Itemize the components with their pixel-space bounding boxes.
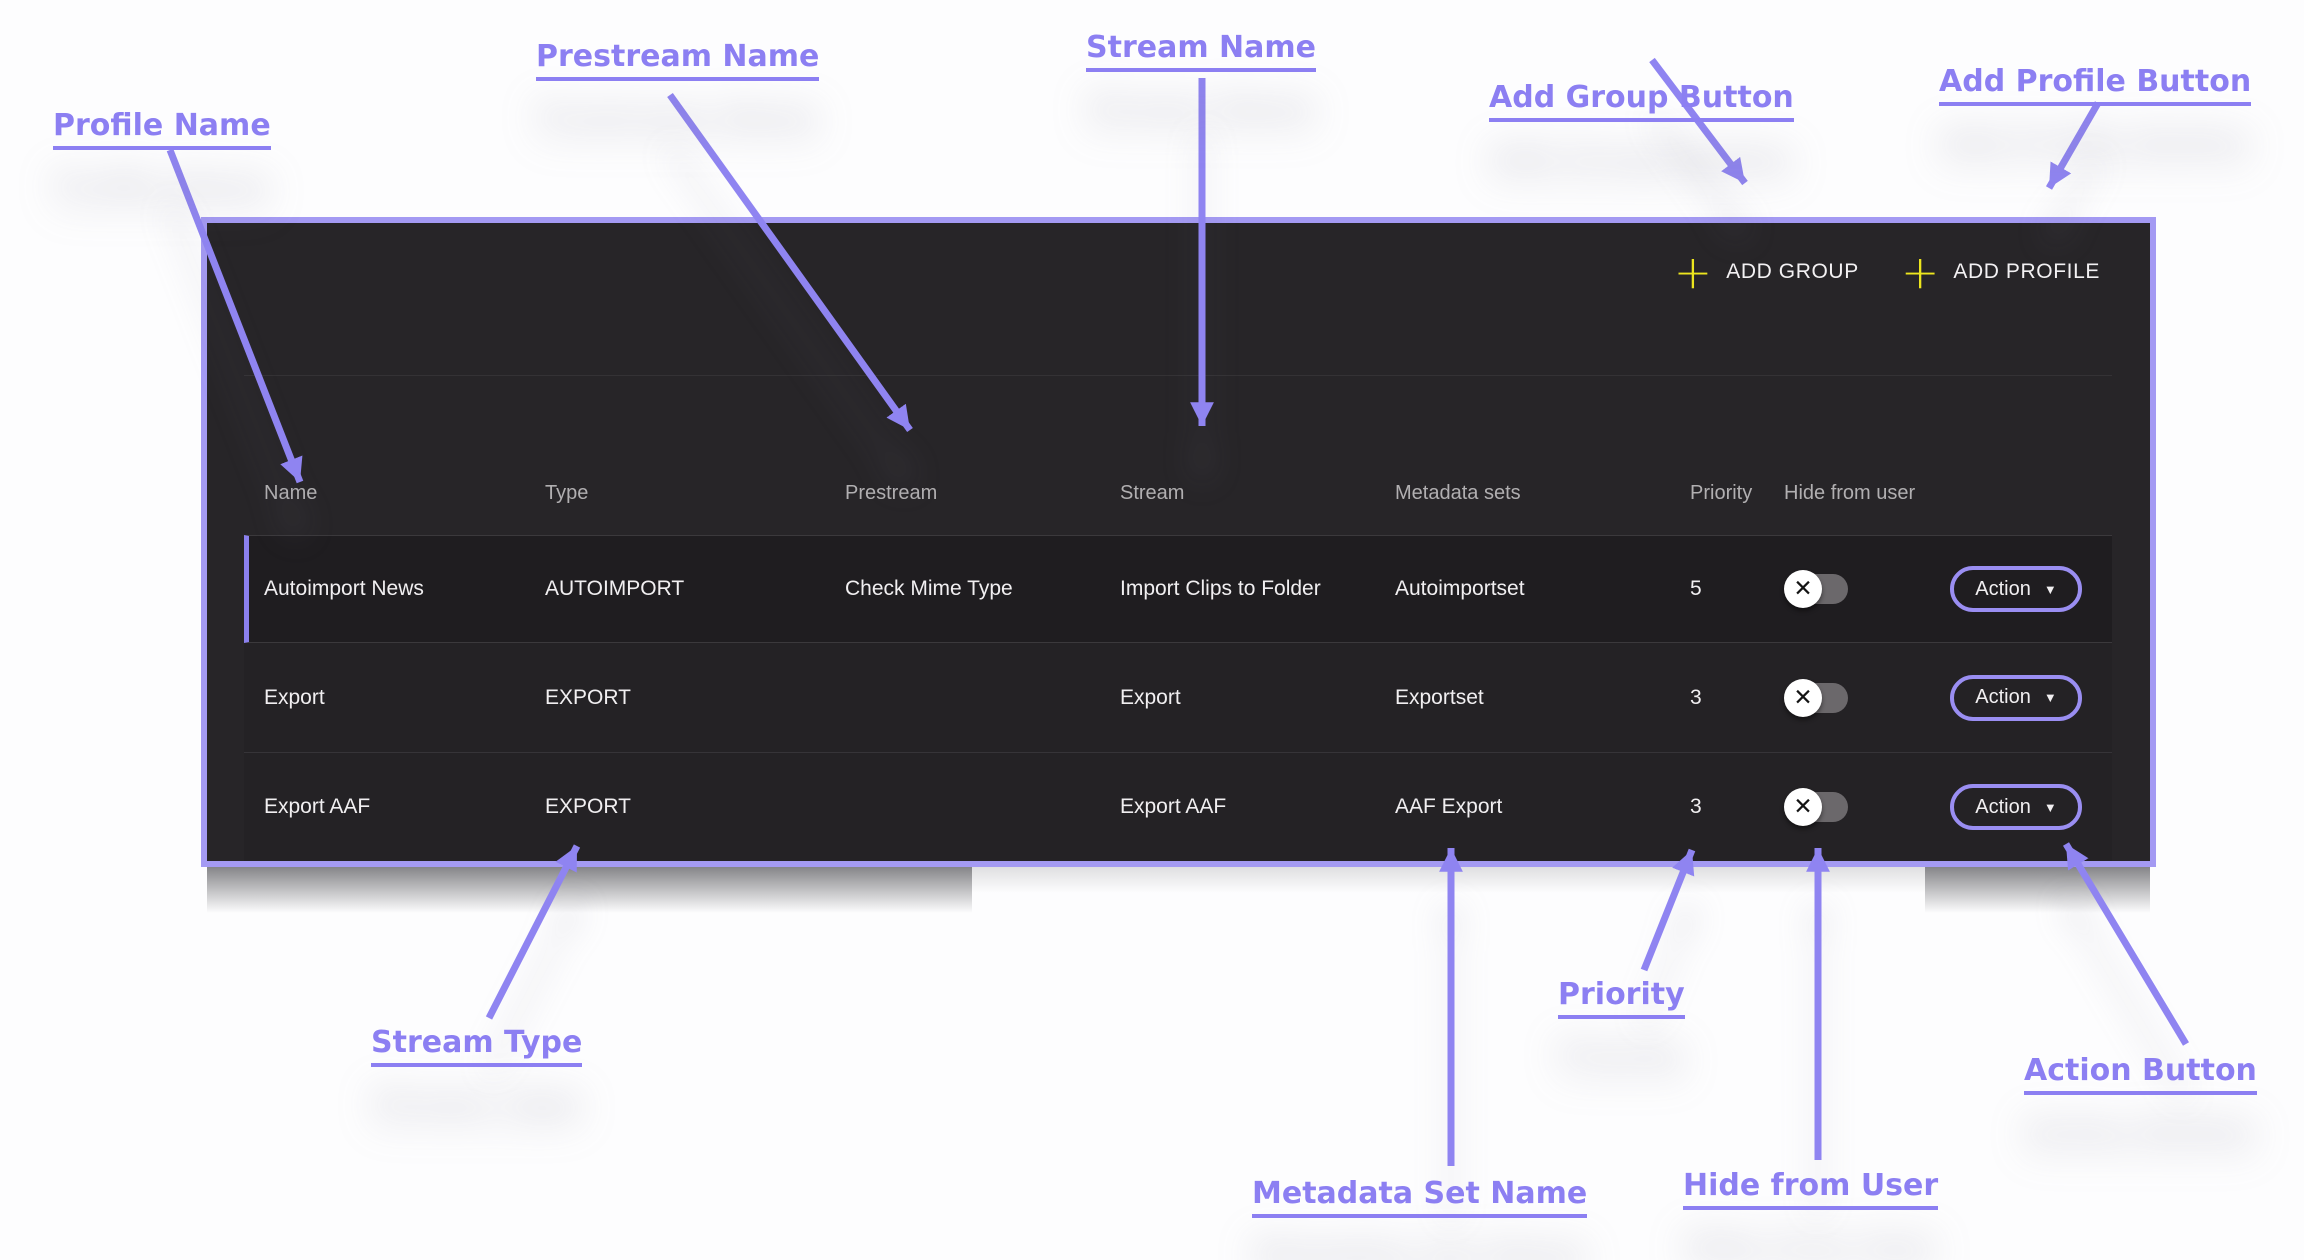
arrow-prestream-name [670, 95, 910, 430]
arrow-add-profile [2049, 103, 2098, 188]
label-hide-from-user: Hide from User [1683, 1168, 1938, 1210]
label-action-button: Action Button [2024, 1053, 2257, 1095]
arrow-priority [1644, 850, 1692, 970]
arrow-profile-name [170, 150, 300, 482]
arrow-action-button [2066, 844, 2186, 1044]
arrow-stream-type [489, 846, 577, 1018]
label-profile-name: Profile Name [53, 108, 271, 150]
label-stream-type: Stream Type [371, 1025, 582, 1067]
label-add-profile-button: Add Profile Button [1939, 64, 2251, 106]
label-stream-name: Stream Name [1086, 30, 1316, 72]
label-prestream-name: Prestream Name [536, 39, 819, 81]
annotated-screenshot: + ADD GROUP + ADD PROFILE Name Type Pres… [0, 0, 2304, 1260]
annotation-arrows [0, 0, 2304, 1260]
label-metadata-set-name: Metadata Set Name [1252, 1176, 1587, 1218]
label-priority: Priority [1558, 977, 1685, 1019]
label-add-group-button: Add Group Button [1489, 80, 1794, 122]
